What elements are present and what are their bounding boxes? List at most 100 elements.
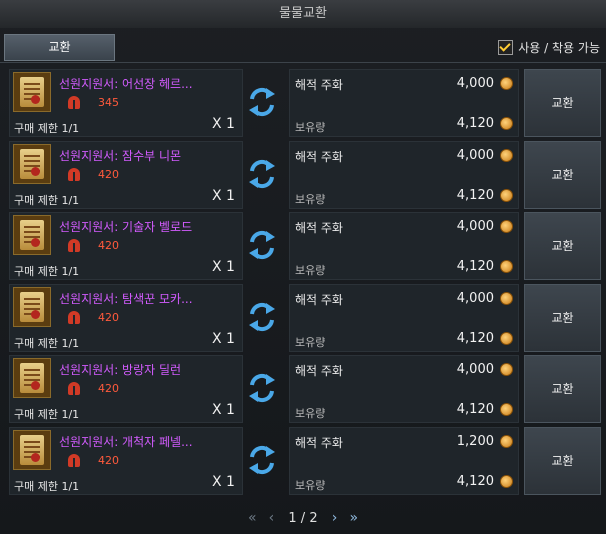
scroll-icon[interactable]: [13, 430, 51, 470]
owned-label: 보유량: [295, 121, 326, 134]
coin-icon: [500, 117, 513, 130]
exchange-button[interactable]: 교환: [524, 69, 601, 137]
owned-label: 보유량: [295, 479, 326, 492]
tab-bar: 교환 사용 / 착용 가능: [0, 30, 606, 63]
chevron-right-icon[interactable]: ›: [332, 510, 338, 526]
coin-icon: [500, 403, 513, 416]
window-title: 물물교환: [0, 0, 606, 28]
swap-arrows-icon: [249, 445, 275, 475]
cost-panel: 해적 주화 4,000 보유량 4,120: [289, 212, 519, 280]
swap-arrows-icon: [249, 159, 275, 189]
item-level: 420: [98, 239, 119, 252]
item-panel: 선원지원서: 방랑자 딜런 420 구매 제한 1/1 X 1: [9, 355, 243, 423]
currency-name: 해적 주화: [295, 436, 343, 450]
currency-name: 해적 주화: [295, 364, 343, 378]
currency-name: 해적 주화: [295, 293, 343, 307]
coin-icon: [500, 77, 513, 90]
item-quantity: X 1: [212, 331, 235, 347]
cost-amount: 1,200: [456, 434, 494, 449]
coin-icon: [500, 292, 513, 305]
tab-exchange[interactable]: 교환: [4, 34, 115, 61]
scroll-icon[interactable]: [13, 215, 51, 255]
scroll-icon[interactable]: [13, 358, 51, 398]
item-panel: 선원지원서: 어선장 헤르... 345 구매 제한 1/1 X 1: [9, 69, 243, 137]
purchase-limit: 구매 제한 1/1: [14, 122, 80, 135]
usable-filter-label: 사용 / 착용 가능: [518, 40, 600, 55]
owned-label: 보유량: [295, 193, 326, 206]
checkbox-checked-icon[interactable]: [498, 39, 514, 55]
page-indicator: 1 / 2: [288, 510, 318, 526]
coin-icon: [500, 220, 513, 233]
item-name: 선원지원서: 어선장 헤르...: [59, 77, 193, 91]
item-name: 선원지원서: 탐색꾼 모카...: [59, 292, 193, 306]
barter-window: 물물교환 교환 사용 / 착용 가능 선원지원서: 어선장 헤르... 345 …: [0, 0, 606, 534]
owned-amount: 4,120: [456, 402, 494, 417]
owned-label: 보유량: [295, 264, 326, 277]
coin-icon: [500, 475, 513, 488]
currency-name: 해적 주화: [295, 150, 343, 164]
cost-amount: 4,000: [456, 148, 494, 163]
exchange-button[interactable]: 교환: [524, 212, 601, 280]
helmet-icon: [68, 168, 80, 181]
swap-arrows-icon: [249, 87, 275, 117]
helmet-icon: [68, 382, 80, 395]
double-chevron-right-icon[interactable]: »: [349, 510, 358, 526]
exchange-button[interactable]: 교환: [524, 355, 601, 423]
item-name: 선원지원서: 잠수부 니몬: [59, 149, 182, 163]
cost-panel: 해적 주화 4,000 보유량 4,120: [289, 141, 519, 209]
exchange-button[interactable]: 교환: [524, 284, 601, 352]
exchange-row: 선원지원서: 탐색꾼 모카... 420 구매 제한 1/1 X 1 해적 주화…: [9, 284, 601, 352]
purchase-limit: 구매 제한 1/1: [14, 194, 80, 207]
scroll-icon[interactable]: [13, 287, 51, 327]
helmet-icon: [68, 239, 80, 252]
coin-icon: [500, 435, 513, 448]
owned-amount: 4,120: [456, 259, 494, 274]
scroll-icon[interactable]: [13, 72, 51, 112]
item-level: 345: [98, 96, 119, 109]
item-panel: 선원지원서: 잠수부 니몬 420 구매 제한 1/1 X 1: [9, 141, 243, 209]
exchange-button[interactable]: 교환: [524, 141, 601, 209]
purchase-limit: 구매 제한 1/1: [14, 480, 80, 493]
helmet-icon: [68, 96, 80, 109]
coin-icon: [500, 149, 513, 162]
coin-icon: [500, 332, 513, 345]
scroll-icon[interactable]: [13, 144, 51, 184]
double-chevron-left-icon[interactable]: «: [248, 510, 257, 526]
cost-panel: 해적 주화 4,000 보유량 4,120: [289, 355, 519, 423]
pagination: « ‹ 1 / 2 › »: [0, 510, 606, 534]
cost-amount: 4,000: [456, 76, 494, 91]
cost-amount: 4,000: [456, 362, 494, 377]
exchange-row: 선원지원서: 잠수부 니몬 420 구매 제한 1/1 X 1 해적 주화 4,…: [9, 141, 601, 209]
purchase-limit: 구매 제한 1/1: [14, 265, 80, 278]
exchange-row: 선원지원서: 어선장 헤르... 345 구매 제한 1/1 X 1 해적 주화…: [9, 69, 601, 137]
item-panel: 선원지원서: 개척자 페넬... 420 구매 제한 1/1 X 1: [9, 427, 243, 495]
currency-name: 해적 주화: [295, 78, 343, 92]
helmet-icon: [68, 454, 80, 467]
coin-icon: [500, 260, 513, 273]
item-quantity: X 1: [212, 188, 235, 204]
exchange-button[interactable]: 교환: [524, 427, 601, 495]
owned-amount: 4,120: [456, 116, 494, 131]
cost-amount: 4,000: [456, 291, 494, 306]
owned-label: 보유량: [295, 407, 326, 420]
swap-arrows-icon: [249, 230, 275, 260]
swap-arrows-icon: [249, 302, 275, 332]
item-level: 420: [98, 454, 119, 467]
item-panel: 선원지원서: 탐색꾼 모카... 420 구매 제한 1/1 X 1: [9, 284, 243, 352]
helmet-icon: [68, 311, 80, 324]
owned-amount: 4,120: [456, 331, 494, 346]
item-quantity: X 1: [212, 116, 235, 132]
item-quantity: X 1: [212, 259, 235, 275]
chevron-left-icon[interactable]: ‹: [269, 510, 275, 526]
usable-filter-checkbox[interactable]: 사용 / 착용 가능: [498, 38, 600, 56]
swap-arrows-icon: [249, 373, 275, 403]
owned-label: 보유량: [295, 336, 326, 349]
item-quantity: X 1: [212, 402, 235, 418]
item-level: 420: [98, 168, 119, 181]
item-panel: 선원지원서: 기술자 벨로드 420 구매 제한 1/1 X 1: [9, 212, 243, 280]
exchange-row: 선원지원서: 기술자 벨로드 420 구매 제한 1/1 X 1 해적 주화 4…: [9, 212, 601, 280]
item-quantity: X 1: [212, 474, 235, 490]
coin-icon: [500, 189, 513, 202]
owned-amount: 4,120: [456, 188, 494, 203]
purchase-limit: 구매 제한 1/1: [14, 337, 80, 350]
